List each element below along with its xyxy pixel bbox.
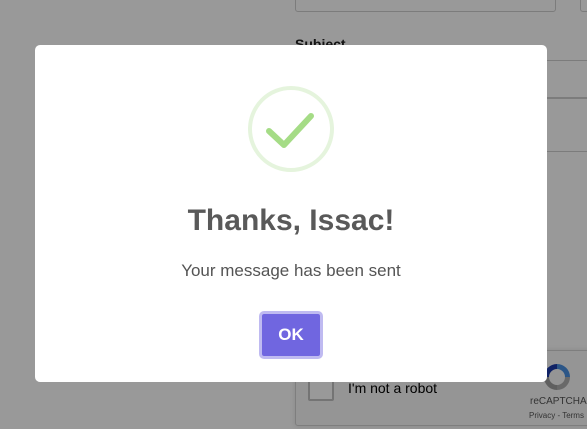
dialog-message: Your message has been sent [181,261,401,280]
success-dialog: Thanks, Issac! Your message has been sen… [35,45,547,382]
ok-button-label: OK [278,325,304,344]
ok-button[interactable]: OK [259,311,323,359]
dialog-title: Thanks, Issac! [187,204,395,237]
check-icon [248,86,334,172]
